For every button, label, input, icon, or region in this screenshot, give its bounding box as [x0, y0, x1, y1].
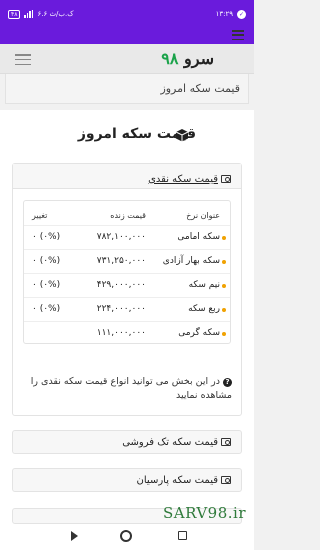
cube-icon	[175, 129, 189, 142]
column-header-name: عنوان نرخ	[186, 211, 220, 220]
main-content: قیمت سکه امروز قیمت سکه نقدی عنوان نرخ ق…	[0, 110, 254, 550]
money-icon	[221, 438, 231, 446]
section-single-coin[interactable]: قیمت سکه تک فروشی	[12, 430, 242, 454]
row-name: نیم سکه	[188, 280, 220, 290]
bullet-icon	[222, 284, 226, 288]
menu-icon[interactable]	[232, 30, 244, 40]
cash-coin-header[interactable]: قیمت سکه نقدی	[13, 164, 241, 189]
question-icon: ?	[223, 378, 232, 387]
row-name: سکه گرمی	[178, 328, 220, 338]
section-title: قیمت سکه پارسیان	[136, 474, 218, 486]
row-name: سکه امامی	[177, 232, 220, 242]
money-icon	[221, 175, 231, 183]
row-change: ۰ (۰%)	[32, 256, 61, 266]
navbar: سرو ۹۸	[0, 44, 254, 74]
money-icon	[221, 476, 231, 484]
row-name: سکه بهار آزادی	[162, 256, 220, 266]
row-price: ۷۸۲,۱۰۰,۰۰۰	[96, 232, 146, 242]
section-parsian-coin[interactable]: قیمت سکه پارسیان	[12, 468, 242, 492]
price-table: عنوان نرخ قیمت زنده تغییر سکه امامی ۷۸۲,…	[23, 200, 231, 344]
bullet-icon	[222, 236, 226, 240]
back-icon[interactable]	[71, 531, 78, 541]
clock: ۱۳:۲۹	[215, 10, 233, 18]
home-icon[interactable]	[120, 530, 132, 542]
breadcrumb[interactable]: قیمت سکه امروز	[5, 74, 249, 104]
watermark: SARV98.ir	[162, 504, 246, 522]
row-price: ۷۳۱,۲۵۰,۰۰۰	[96, 256, 146, 266]
table-row: سکه امامی ۷۸۲,۱۰۰,۰۰۰ ۰ (۰%)	[24, 225, 230, 249]
row-price: ۱۱۱,۰۰۰,۰۰۰	[96, 328, 146, 338]
logo-text: سرو	[184, 49, 214, 68]
card-note: ?در این بخش می توانید انواع قیمت سکه نقد…	[22, 375, 232, 403]
row-change: ۰ (۰%)	[32, 280, 61, 290]
network-speed: ۶.۶ ک.ب/ث	[37, 10, 74, 18]
bullet-icon	[222, 260, 226, 264]
site-logo[interactable]: سرو ۹۸	[161, 49, 214, 68]
row-price: ۴۲۹,۰۰۰,۰۰۰	[96, 280, 146, 290]
table-row: سکه گرمی ۱۱۱,۰۰۰,۰۰۰	[24, 321, 230, 345]
logo-number: ۹۸	[161, 49, 179, 68]
row-change: ۰ (۰%)	[32, 232, 61, 242]
system-nav-bar	[0, 524, 254, 550]
battery-icon: ۴۸	[8, 9, 21, 19]
row-name: ربع سکه	[188, 304, 220, 314]
cash-coin-title: قیمت سکه نقدی	[148, 173, 218, 185]
section-title: قیمت سکه تک فروشی	[122, 436, 218, 448]
row-price: ۲۲۴,۰۰۰,۰۰۰	[96, 304, 146, 314]
note-text: در این بخش می توانید انواع قیمت سکه نقدی…	[30, 376, 232, 401]
column-header-change: تغییر	[32, 211, 48, 220]
bullet-icon	[222, 308, 226, 312]
row-change: ۰ (۰%)	[32, 304, 61, 314]
table-row: ربع سکه ۲۲۴,۰۰۰,۰۰۰ ۰ (۰%)	[24, 297, 230, 321]
signal-icon	[24, 10, 34, 18]
recent-apps-icon[interactable]	[178, 531, 187, 540]
column-header-price: قیمت زنده	[110, 211, 146, 220]
shield-icon: ✓	[237, 9, 246, 19]
table-row: نیم سکه ۴۲۹,۰۰۰,۰۰۰ ۰ (۰%)	[24, 273, 230, 297]
status-bar: ۴۸ ۶.۶ ک.ب/ث ۱۳:۲۹ ✓	[0, 0, 254, 28]
table-row: سکه بهار آزادی ۷۳۱,۲۵۰,۰۰۰ ۰ (۰%)	[24, 249, 230, 273]
bullet-icon	[222, 332, 226, 336]
hamburger-menu-button[interactable]	[15, 54, 31, 65]
top-bar	[0, 28, 254, 44]
